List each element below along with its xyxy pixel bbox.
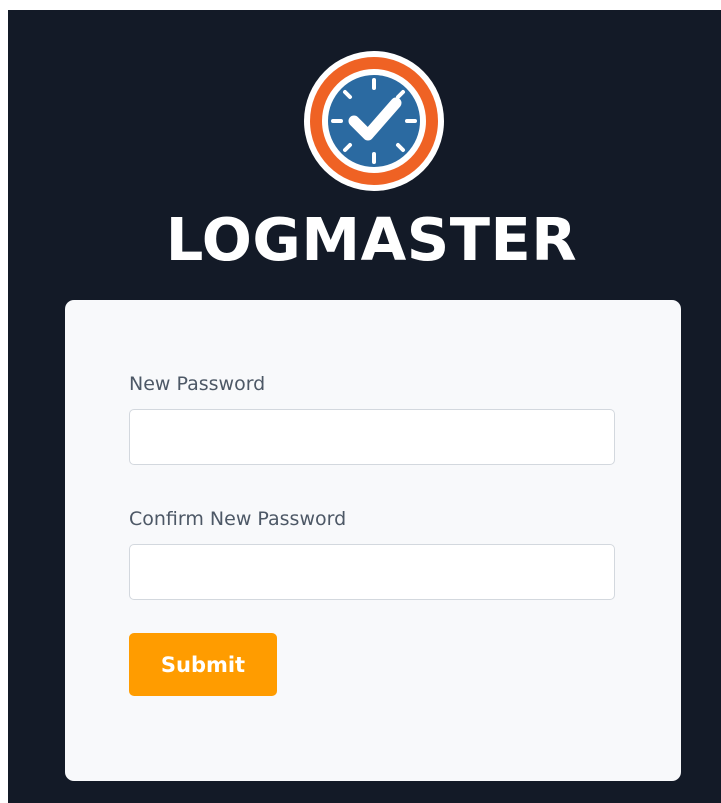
app-background: LOGMASTER New Password Confirm New Passw… xyxy=(8,10,721,803)
reset-password-card: New Password Confirm New Password Submit xyxy=(65,300,681,781)
new-password-input[interactable] xyxy=(129,409,615,465)
confirm-password-input[interactable] xyxy=(129,544,615,600)
brand-name: LOGMASTER xyxy=(165,205,578,274)
clock-check-icon xyxy=(304,51,444,191)
submit-button[interactable]: Submit xyxy=(129,633,277,696)
confirm-password-label: Confirm New Password xyxy=(129,508,347,530)
new-password-label: New Password xyxy=(129,373,266,395)
